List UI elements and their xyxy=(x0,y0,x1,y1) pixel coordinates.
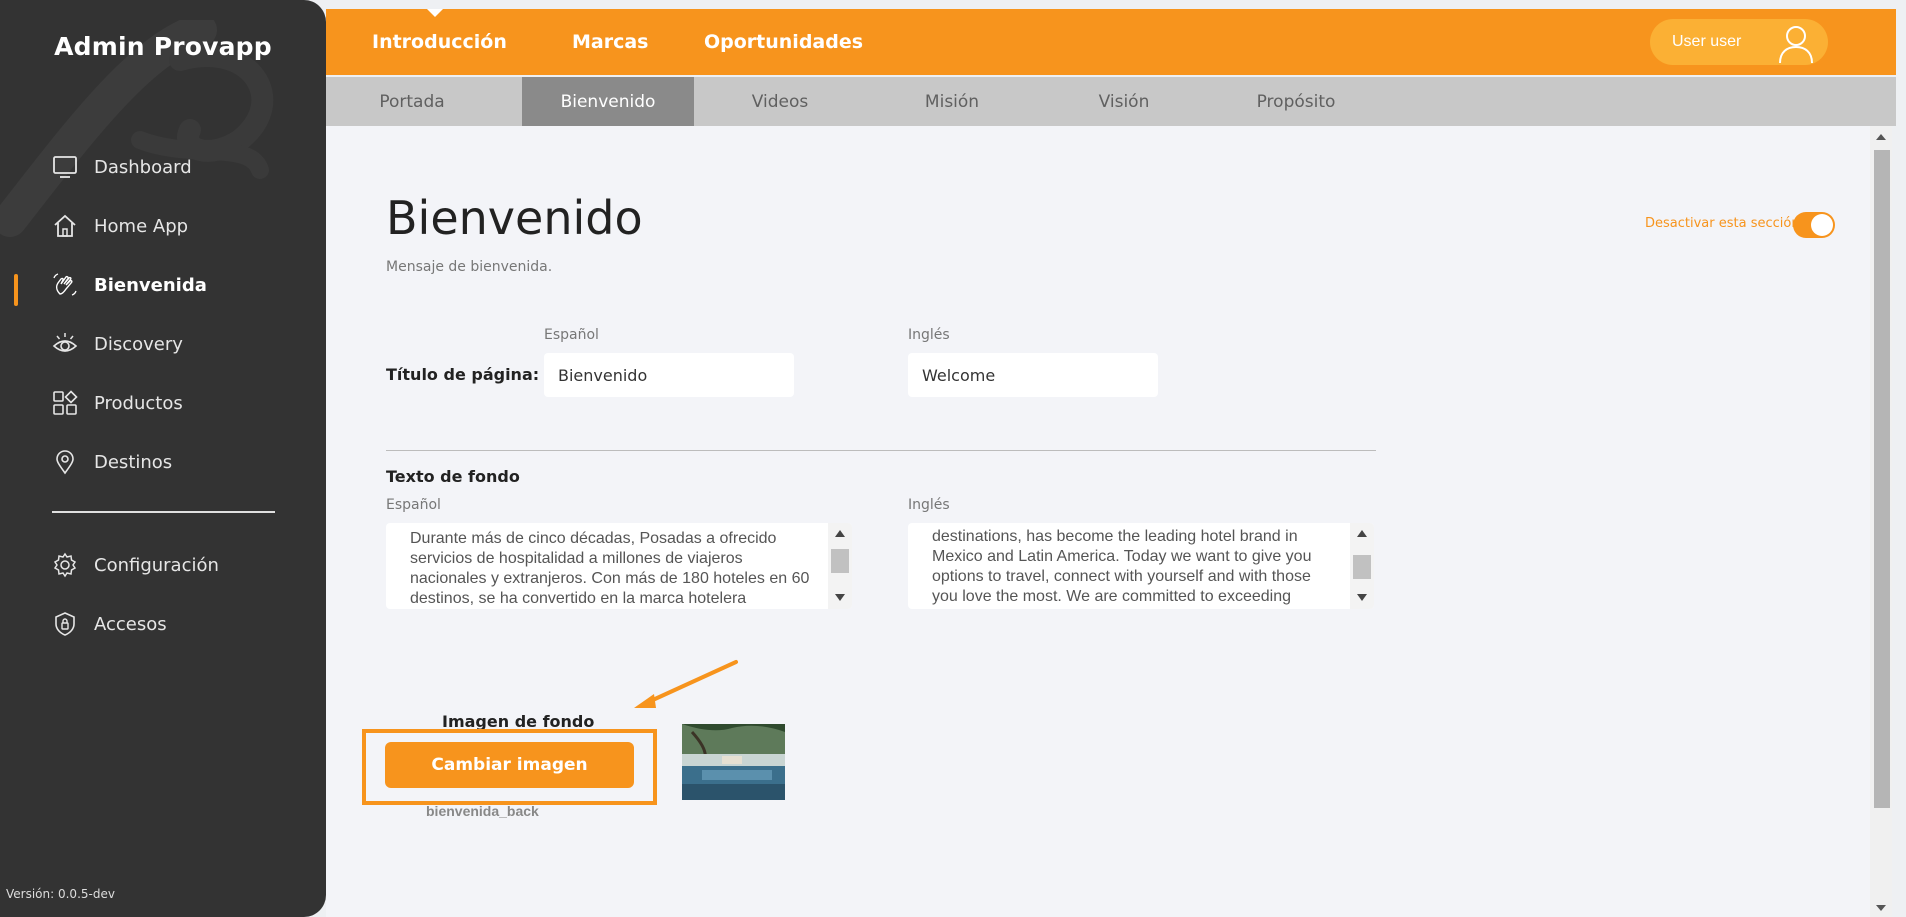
pool-photo-icon xyxy=(682,724,785,800)
shield-lock-icon xyxy=(52,611,78,637)
section-toggle[interactable] xyxy=(1793,212,1835,238)
title-es-lang-label: Español xyxy=(544,327,599,343)
brand-title: Admin Provapp xyxy=(54,32,272,61)
sidebar-item-productos[interactable]: Productos xyxy=(52,383,183,423)
scroll-up-icon[interactable] xyxy=(835,530,845,537)
sidebar-item-destinos[interactable]: Destinos xyxy=(52,442,172,482)
subtab-portada[interactable]: Portada xyxy=(326,77,498,126)
sidebar-item-label: Discovery xyxy=(94,333,183,355)
bg-text-es-content: Durante más de cinco décadas, Posadas a … xyxy=(410,530,810,607)
scroll-down-icon[interactable] xyxy=(1357,594,1367,601)
sidebar-item-label: Bienvenida xyxy=(94,274,207,296)
top-tab-oportunidades[interactable]: Oportunidades xyxy=(704,31,863,53)
bg-text-en-textarea[interactable]: destinations, has become the leading hot… xyxy=(908,523,1374,609)
page-title-label: Título de página: xyxy=(386,365,540,384)
sidebar-item-label: Configuración xyxy=(94,554,219,576)
change-image-button[interactable]: Cambiar imagen xyxy=(385,742,634,788)
sidebar-item-accesos[interactable]: Accesos xyxy=(52,604,167,644)
sidebar-item-configuracion[interactable]: Configuración xyxy=(52,545,219,585)
bg-text-es-lang-label: Español xyxy=(386,497,441,513)
gear-icon xyxy=(52,552,78,578)
top-navigation-bar: Introducción Marcas Oportunidades User u… xyxy=(326,9,1896,75)
title-en-input[interactable] xyxy=(908,353,1158,397)
sidebar-divider xyxy=(52,511,275,513)
sidebar-item-label: Destinos xyxy=(94,451,173,473)
background-text-label: Texto de fondo xyxy=(386,467,520,486)
section-divider xyxy=(386,450,1376,451)
page-title: Bienvenido xyxy=(386,191,643,245)
top-tab-marcas[interactable]: Marcas xyxy=(572,31,649,53)
user-name: User user xyxy=(1672,33,1742,50)
textarea-scrollbar[interactable] xyxy=(828,523,852,609)
sidebar-item-bienvenida[interactable]: Bienvenida xyxy=(52,265,207,305)
textarea-scroll-thumb[interactable] xyxy=(831,549,849,573)
subtab-vision[interactable]: Visión xyxy=(1038,77,1210,126)
page-scrollbar[interactable] xyxy=(1870,126,1892,917)
scrollbar-thumb[interactable] xyxy=(1874,150,1890,808)
scroll-down-icon[interactable] xyxy=(1876,905,1886,911)
background-image-thumbnail[interactable] xyxy=(682,724,785,800)
image-file-name: bienvenida_back xyxy=(426,803,539,819)
subtab-mision[interactable]: Misión xyxy=(866,77,1038,126)
sidebar-item-label: Home App xyxy=(94,215,189,237)
sidebar-item-home-app[interactable]: Home App xyxy=(52,206,188,246)
subtab-proposito[interactable]: Propósito xyxy=(1210,77,1382,126)
title-es-input[interactable] xyxy=(544,353,794,397)
map-pin-icon xyxy=(52,449,78,475)
sidebar-item-label: Dashboard xyxy=(94,156,192,178)
sidebar-item-label: Productos xyxy=(94,392,183,414)
user-avatar-icon xyxy=(1779,26,1813,64)
eye-icon xyxy=(52,331,78,357)
scroll-up-icon[interactable] xyxy=(1357,530,1367,537)
app-version: Versión: 0.0.5-dev xyxy=(6,887,115,901)
bg-text-es-textarea[interactable]: Durante más de cinco décadas, Posadas a … xyxy=(386,523,852,609)
textarea-scrollbar[interactable] xyxy=(1350,523,1374,609)
top-tab-introduccion[interactable]: Introducción xyxy=(372,31,507,53)
monitor-icon xyxy=(52,154,78,180)
sidebar-item-label: Accesos xyxy=(94,613,167,635)
section-subtabs: Portada Bienvenido Videos Misión Visión … xyxy=(326,77,1896,126)
sidebar-item-dashboard[interactable]: Dashboard xyxy=(52,147,192,187)
title-en-lang-label: Inglés xyxy=(908,327,950,343)
subtab-bienvenido[interactable]: Bienvenido xyxy=(522,77,694,126)
toggle-knob xyxy=(1811,214,1833,236)
subtab-videos[interactable]: Videos xyxy=(694,77,866,126)
scroll-down-icon[interactable] xyxy=(835,594,845,601)
home-icon xyxy=(52,213,78,239)
waving-hand-icon xyxy=(52,272,78,298)
bg-text-en-lang-label: Inglés xyxy=(908,497,950,513)
sidebar-item-discovery[interactable]: Discovery xyxy=(52,324,183,364)
active-tab-caret-icon xyxy=(427,9,443,17)
scroll-up-icon[interactable] xyxy=(1876,134,1886,140)
grid-shapes-icon xyxy=(52,390,78,416)
active-indicator xyxy=(14,274,18,306)
page-subtitle: Mensaje de bienvenida. xyxy=(386,259,553,275)
annotation-arrow-icon xyxy=(634,660,738,708)
user-menu-button[interactable]: User user xyxy=(1650,19,1828,65)
sidebar: Admin Provapp Dashboard Home App Bienven… xyxy=(0,0,326,917)
textarea-scroll-thumb[interactable] xyxy=(1353,555,1371,579)
section-toggle-label: Desactivar esta sección xyxy=(1645,216,1800,231)
bg-text-en-content: destinations, has become the leading hot… xyxy=(932,528,1312,605)
